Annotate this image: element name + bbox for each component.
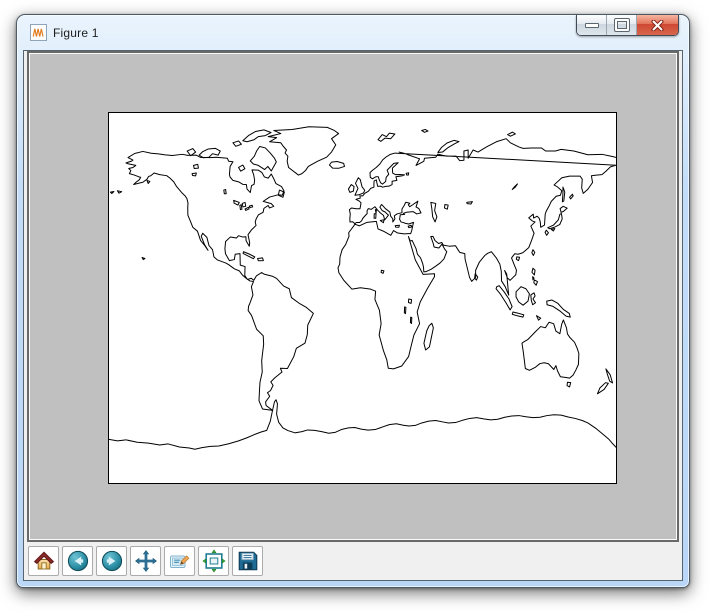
coastline-lakes (192, 164, 517, 323)
forward-icon (100, 549, 124, 573)
coastline-greenland (268, 126, 338, 174)
figure-window: Figure 1 (16, 14, 690, 588)
subplots-icon (202, 549, 226, 573)
matplotlib-logo-icon[interactable] (30, 24, 47, 41)
minimize-button[interactable] (577, 15, 607, 35)
desktop-background: Figure 1 (0, 0, 712, 612)
close-button[interactable] (637, 15, 678, 35)
navigation-toolbar (24, 542, 682, 580)
home-icon (32, 549, 56, 573)
close-icon (651, 20, 664, 31)
pan-icon (134, 549, 158, 573)
client-area (23, 50, 683, 581)
back-button[interactable] (62, 546, 93, 576)
coastline-afro-eurasia (338, 138, 616, 368)
coastline-australia (522, 320, 579, 378)
canvas-frame (27, 51, 679, 542)
coastline-arctic-islands (187, 130, 284, 197)
maximize-button[interactable] (607, 15, 637, 35)
save-button[interactable] (232, 546, 263, 576)
coastline-islands (111, 129, 613, 393)
figure-canvas[interactable] (30, 54, 676, 539)
zoom-rect-button[interactable] (164, 546, 195, 576)
coastline-antarctica (109, 399, 616, 449)
window-title: Figure 1 (53, 26, 99, 40)
subplots-button[interactable] (198, 546, 229, 576)
caption-buttons (576, 15, 679, 36)
titlebar[interactable]: Figure 1 (17, 15, 689, 50)
map-axes[interactable] (108, 112, 617, 484)
maximize-icon (615, 19, 629, 31)
forward-button[interactable] (96, 546, 127, 576)
save-icon (236, 549, 260, 573)
zoom-rect-icon (168, 549, 192, 573)
pan-button[interactable] (130, 546, 161, 576)
back-icon (66, 549, 90, 573)
home-button[interactable] (28, 546, 59, 576)
minimize-icon (585, 23, 599, 28)
coastline-americas (126, 151, 313, 410)
